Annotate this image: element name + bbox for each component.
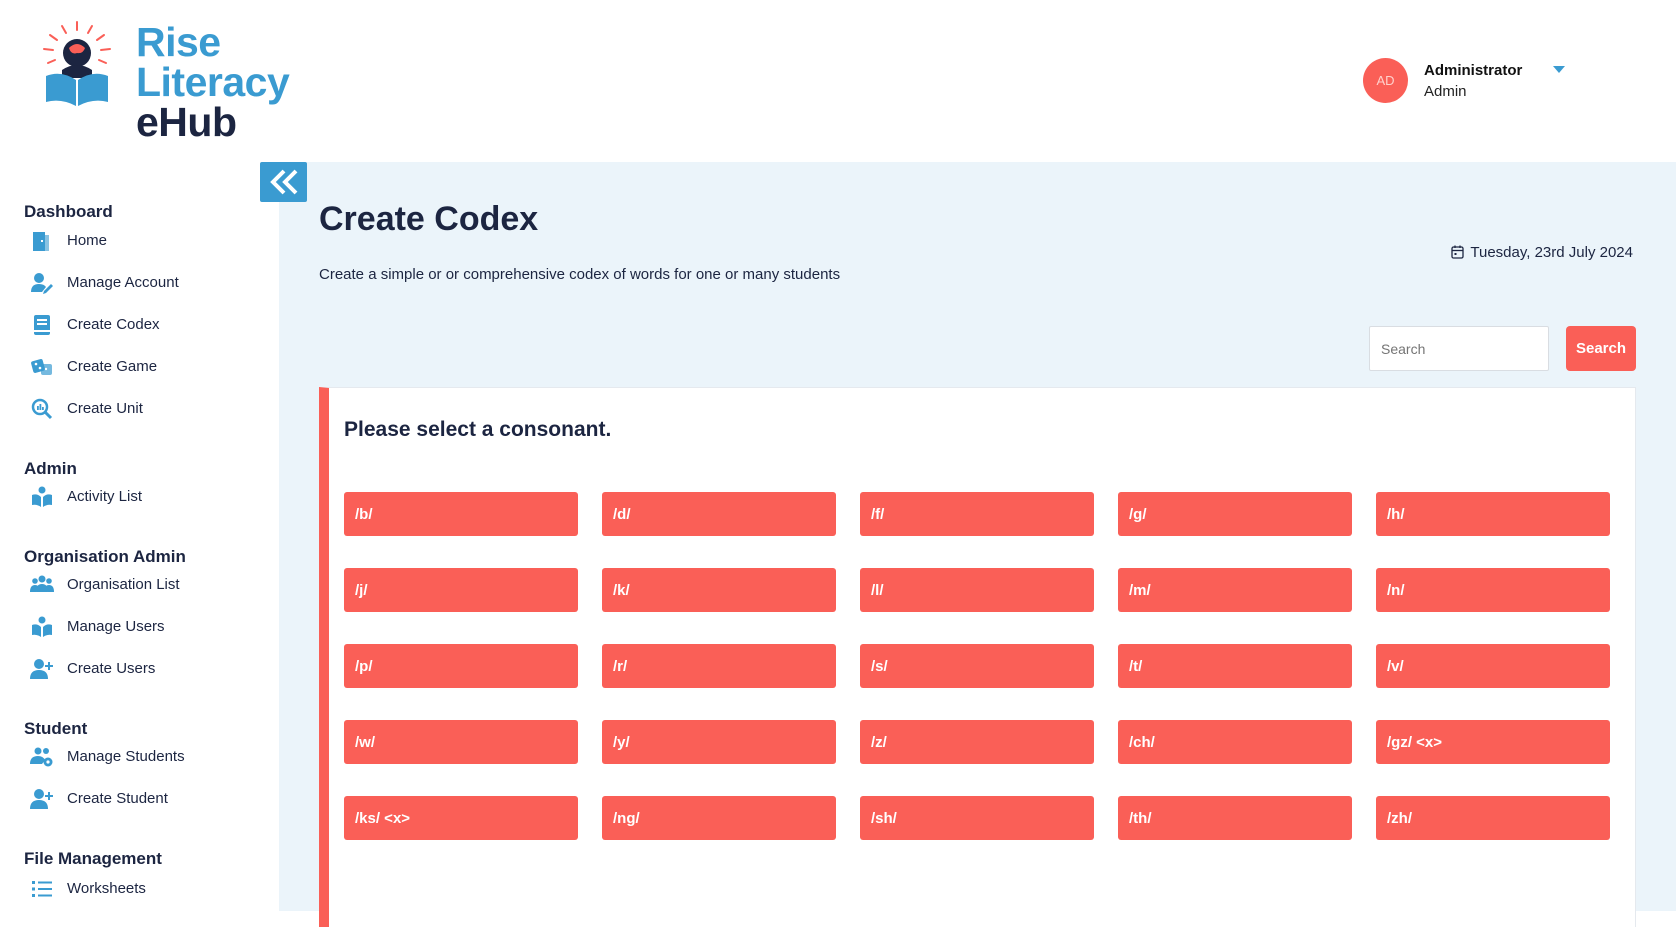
sidebar-item-home[interactable]: Home [28,226,268,256]
consonant-button[interactable]: /r/ [602,644,836,688]
consonant-grid: /b/ /d/ /f/ /g/ /h/ /j/ /k/ /l/ /m/ /n/ … [344,492,1614,840]
search-input[interactable] [1369,326,1549,371]
consonant-card: Please select a consonant. /b/ /d/ /f/ /… [319,387,1636,927]
sidebar-section-file-management: File Management [24,849,162,868]
sidebar-item-manage-students[interactable]: Manage Students [28,742,268,772]
sidebar-item-worksheets[interactable]: Worksheets [28,874,268,904]
header: Rise Literacy eHub AD Administrator Admi… [0,0,1676,162]
book-icon [34,315,50,335]
consonant-button[interactable]: /w/ [344,720,578,764]
double-chevron-left-icon [270,169,298,195]
sidebar-item-organisation-list[interactable]: Organisation List [28,570,268,600]
collapse-sidebar-button[interactable] [260,162,307,202]
sidebar-section-organisation-admin: Organisation Admin [24,547,186,566]
search-button[interactable]: Search [1566,326,1636,371]
consonant-button[interactable]: /l/ [860,568,1094,612]
user-edit-icon [31,273,53,294]
current-date: Tuesday, 23rd July 2024 [1451,244,1633,261]
sidebar-item-label: Create Codex [67,316,160,333]
sidebar-item-manage-account[interactable]: Manage Account [28,268,268,298]
consonant-button[interactable]: /g/ [1118,492,1352,536]
sidebar-item-manage-users[interactable]: Manage Users [28,612,268,642]
consonant-button[interactable]: /gz/ <x> [1376,720,1610,764]
consonant-button[interactable]: /b/ [344,492,578,536]
sidebar-item-label: Manage Users [67,618,165,635]
magnify-chart-icon [31,398,53,420]
consonant-button[interactable]: /ch/ [1118,720,1352,764]
consonant-button[interactable]: /zh/ [1376,796,1610,840]
consonant-button[interactable]: /f/ [860,492,1094,536]
consonant-button[interactable]: /sh/ [860,796,1094,840]
reader-icon [32,616,52,637]
user-name: Administrator [1424,62,1523,79]
user-menu[interactable]: AD Administrator Admin [1363,58,1583,104]
door-icon [33,232,49,251]
main-content: Create Codex Create a simple or or compr… [279,162,1676,927]
sidebar-section-student: Student [24,719,88,738]
sidebar-item-label: Create Users [67,660,156,677]
logo-reader-icon [43,21,111,106]
users-group-icon [30,575,54,592]
brand-wordmark: Rise Literacy eHub [136,19,290,145]
consonant-button[interactable]: /j/ [344,568,578,612]
user-plus-icon [30,659,53,679]
avatar[interactable]: AD [1363,58,1408,103]
consonant-button[interactable]: /p/ [344,644,578,688]
sidebar: Dashboard Home Manage Account Create Cod… [0,162,279,911]
calendar-icon [1451,245,1465,259]
consonant-button[interactable]: /ks/ <x> [344,796,578,840]
sidebar-item-label: Create Student [67,790,168,807]
consonant-button[interactable]: /d/ [602,492,836,536]
users-gear-icon [30,747,53,767]
consonant-button[interactable]: /s/ [860,644,1094,688]
sidebar-item-label: Manage Students [67,748,185,765]
page-title: Create Codex [319,200,539,238]
page-subtitle: Create a simple or or comprehensive code… [319,266,841,283]
sidebar-section-dashboard: Dashboard [24,202,113,221]
consonant-button[interactable]: /th/ [1118,796,1352,840]
brand-line-2: Literacy [136,59,290,105]
consonant-button[interactable]: /m/ [1118,568,1352,612]
consonant-button[interactable]: /y/ [602,720,836,764]
list-icon [32,881,52,897]
caret-down-icon[interactable] [1553,66,1565,73]
sidebar-item-label: Manage Account [67,274,179,291]
sidebar-item-create-unit[interactable]: Create Unit [28,394,268,424]
sidebar-item-create-users[interactable]: Create Users [28,654,268,684]
consonant-button[interactable]: /k/ [602,568,836,612]
dice-icon [31,359,52,375]
date-text: Tuesday, 23rd July 2024 [1470,244,1633,261]
consonant-button[interactable]: /z/ [860,720,1094,764]
sidebar-item-label: Worksheets [67,880,146,897]
sidebar-item-create-student[interactable]: Create Student [28,784,268,814]
consonant-button[interactable]: /t/ [1118,644,1352,688]
consonant-button[interactable]: /ng/ [602,796,836,840]
sidebar-item-create-codex[interactable]: Create Codex [28,310,268,340]
user-plus-icon [30,789,53,809]
reader-icon [32,486,52,507]
sidebar-item-create-game[interactable]: Create Game [28,352,268,382]
brand-line-1: Rise [136,19,221,65]
brand-logo[interactable]: Rise Literacy eHub [32,18,312,148]
sidebar-item-label: Home [67,232,108,249]
sidebar-item-label: Create Game [67,358,158,375]
sidebar-item-activity-list[interactable]: Activity List [28,482,268,512]
consonant-button[interactable]: /n/ [1376,568,1610,612]
card-title: Please select a consonant. [344,418,612,441]
sidebar-item-label: Organisation List [67,576,180,593]
consonant-button[interactable]: /v/ [1376,644,1610,688]
consonant-button[interactable]: /h/ [1376,492,1610,536]
brand-line-3: eHub [136,99,237,145]
sidebar-item-label: Create Unit [67,400,143,417]
user-role: Admin [1424,83,1467,100]
sidebar-item-label: Activity List [67,488,143,505]
sidebar-section-admin: Admin [24,459,77,478]
